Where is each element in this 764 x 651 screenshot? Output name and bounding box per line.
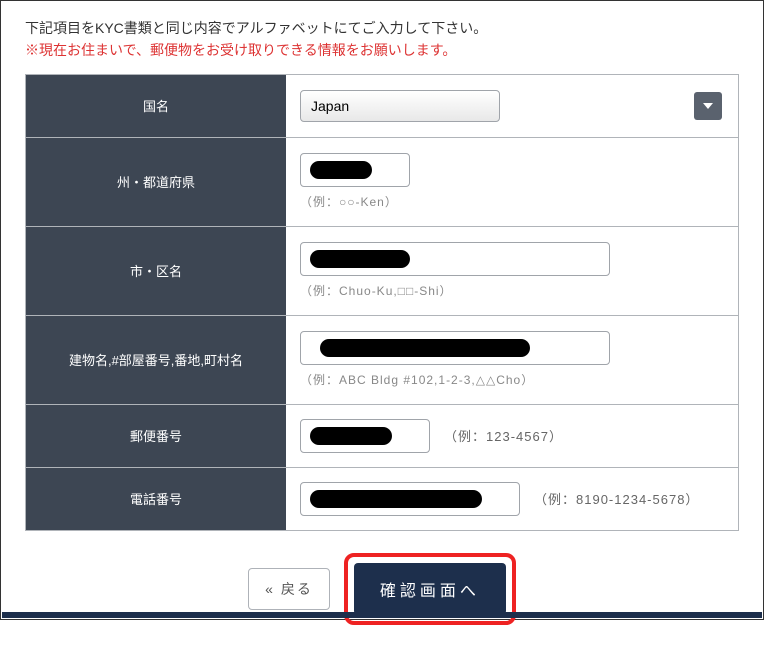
warning-text: ※現在お住まいで、郵便物をお受け取りできる情報をお願いします。 [25, 39, 739, 61]
country-select[interactable]: Japan [300, 90, 500, 122]
row-zip: 郵便番号 （例：123-4567） [26, 405, 738, 468]
zip-input[interactable] [300, 419, 430, 453]
row-address: 建物名,#部屋番号,番地,町村名 （例：ABC Bldg #102,1-2-3,… [26, 316, 738, 405]
confirm-button[interactable]: 確認画面へ [354, 563, 506, 615]
state-input[interactable] [300, 153, 410, 187]
row-country: 国名 Japan [26, 75, 738, 138]
label-address: 建物名,#部屋番号,番地,町村名 [26, 316, 286, 404]
kyc-form-table: 国名 Japan 州・都道府県 （例：○○-Ken） [25, 74, 739, 531]
state-hint: （例：○○-Ken） [300, 193, 724, 210]
label-country: 国名 [26, 75, 286, 137]
back-button[interactable]: « 戻る [248, 568, 330, 610]
label-state: 州・都道府県 [26, 138, 286, 226]
address-input[interactable] [300, 331, 610, 365]
footer-strip [2, 612, 762, 618]
tel-hint: （例：8190-1234-5678） [534, 489, 699, 508]
row-city: 市・区名 （例：Chuo-Ku,□□-Shi） [26, 227, 738, 316]
row-state: 州・都道府県 （例：○○-Ken） [26, 138, 738, 227]
city-hint: （例：Chuo-Ku,□□-Shi） [300, 282, 724, 299]
city-input[interactable] [300, 242, 610, 276]
row-tel: 電話番号 （例：8190-1234-5678） [26, 468, 738, 530]
chevron-down-icon [694, 92, 722, 120]
button-bar: « 戻る 確認画面へ [25, 531, 739, 651]
address-hint: （例：ABC Bldg #102,1-2-3,△△Cho） [300, 371, 724, 388]
label-zip: 郵便番号 [26, 405, 286, 467]
instruction-text: 下記項目をKYC書類と同じ内容でアルファベットにてご入力して下さい。 [25, 17, 739, 39]
label-tel: 電話番号 [26, 468, 286, 530]
zip-hint: （例：123-4567） [444, 426, 563, 445]
label-city: 市・区名 [26, 227, 286, 315]
tel-input[interactable] [300, 482, 520, 516]
